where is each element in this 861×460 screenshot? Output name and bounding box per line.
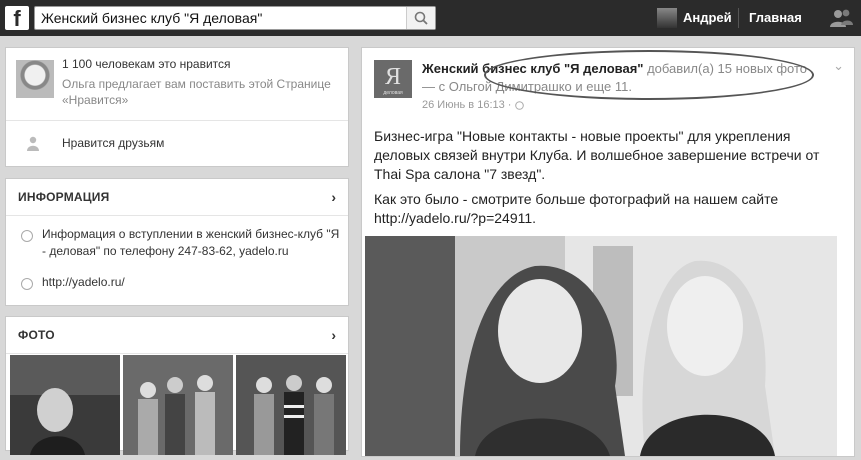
post-options-icon[interactable]: ⌄ bbox=[833, 58, 844, 74]
info-description: Информация о вступлении в женский бизнес… bbox=[42, 227, 340, 258]
photos-title: ФОТО bbox=[18, 328, 55, 342]
post-header: Женский бизнес клуб "Я деловая" добавил(… bbox=[422, 60, 822, 96]
post-paragraph-link[interactable]: Как это было - смотрите больше фотографи… bbox=[374, 190, 844, 228]
like-suggestion: Ольга предлагает вам поставить этой Стра… bbox=[62, 77, 331, 107]
globe-icon bbox=[21, 278, 33, 290]
search-button[interactable] bbox=[406, 7, 435, 29]
info-icon bbox=[21, 230, 33, 242]
friend-icon bbox=[27, 136, 39, 151]
facebook-logo-icon[interactable]: f bbox=[5, 6, 29, 30]
top-navigation-bar: f Женский бизнес клуб "Я деловая" Андрей… bbox=[0, 0, 861, 36]
home-link[interactable]: Главная bbox=[749, 10, 802, 25]
photo-thumbnail[interactable] bbox=[10, 355, 120, 455]
chevron-right-icon[interactable]: › bbox=[331, 327, 336, 343]
website-link[interactable]: http://yadelo.ru/ bbox=[42, 274, 342, 291]
photos-card: ФОТО › bbox=[5, 316, 349, 455]
likes-card: 1 100 человекам это нравится Ольга предл… bbox=[5, 47, 349, 167]
page-logo-caption: деловая bbox=[383, 90, 403, 96]
nav-divider bbox=[738, 8, 739, 28]
photos-card-header[interactable]: ФОТО › bbox=[6, 317, 348, 354]
friend-requests-button[interactable] bbox=[828, 8, 854, 28]
post-date[interactable]: 26 Июнь в 16:13 · bbox=[422, 99, 515, 111]
info-title: ИНФОРМАЦИЯ bbox=[18, 190, 110, 204]
photo-thumbnail[interactable] bbox=[236, 355, 346, 455]
user-avatar[interactable] bbox=[657, 8, 677, 28]
info-card: ИНФОРМАЦИЯ › Информация о вступлении в ж… bbox=[5, 178, 349, 306]
search-input-value[interactable]: Женский бизнес клуб "Я деловая" bbox=[41, 10, 262, 26]
post-body: Бизнес-игра "Новые контакты - новые прое… bbox=[374, 127, 844, 234]
post-paragraph: Бизнес-игра "Новые контакты - новые прое… bbox=[374, 128, 820, 182]
post-timestamp[interactable]: 26 Июнь в 16:13 · bbox=[422, 99, 524, 111]
globe-icon bbox=[514, 100, 524, 110]
friend-avatar[interactable] bbox=[16, 60, 54, 98]
page-logo[interactable]: Я деловая bbox=[374, 60, 412, 98]
search-input[interactable]: Женский бизнес клуб "Я деловая" bbox=[34, 6, 436, 30]
user-profile-link[interactable]: Андрей bbox=[683, 10, 732, 25]
likes-count[interactable]: 1 100 человекам это нравится bbox=[62, 57, 231, 71]
info-card-header[interactable]: ИНФОРМАЦИЯ › bbox=[6, 179, 348, 216]
friends-icon bbox=[830, 9, 853, 27]
page-logo-letter: Я bbox=[384, 64, 401, 90]
friends-like-label[interactable]: Нравится друзьям bbox=[62, 136, 164, 150]
post-photo[interactable] bbox=[365, 236, 837, 456]
post-card: Я деловая Женский бизнес клуб "Я деловая… bbox=[361, 47, 855, 457]
page-name-link[interactable]: Женский бизнес клуб "Я деловая" bbox=[422, 61, 643, 76]
card-divider bbox=[6, 120, 348, 121]
search-icon bbox=[414, 11, 428, 25]
chevron-right-icon[interactable]: › bbox=[331, 189, 336, 205]
photo-thumbnail[interactable] bbox=[123, 355, 233, 455]
